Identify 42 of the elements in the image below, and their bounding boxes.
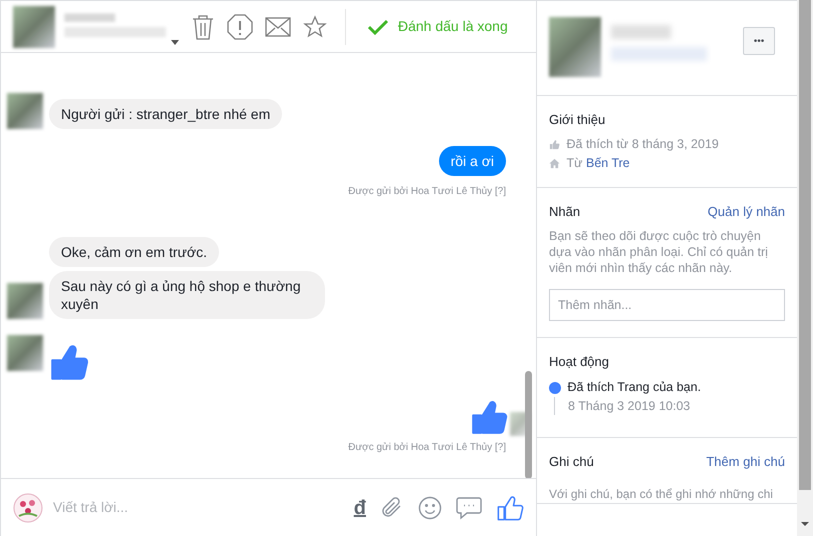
info-text: Đã thích từ 8 tháng 3, 2019: [566, 136, 719, 152]
avatar[interactable]: [7, 93, 43, 129]
avatar: [549, 17, 601, 77]
sent-by-note: Được gửi bởi Hoa Tươi Lê Thủy [?]: [347, 185, 506, 199]
mail-icon[interactable]: [265, 16, 291, 36]
activity-text: Đã thích Trang của bạn.: [568, 379, 701, 396]
check-icon: [368, 18, 388, 34]
scrollbar-thumb[interactable]: [525, 371, 532, 478]
avatar[interactable]: [7, 335, 43, 371]
delete-icon[interactable]: [191, 14, 215, 40]
dropdown-caret-icon: [171, 40, 179, 46]
avatar[interactable]: [13, 6, 55, 48]
like-icon: [549, 138, 560, 150]
section-title: Hoạt động: [549, 353, 609, 372]
section-title: Ghi chú: [549, 453, 594, 471]
message-bubble: rồi a ơi: [438, 146, 506, 176]
location-link[interactable]: Bến Tre: [586, 156, 630, 170]
logo-icon: [13, 492, 43, 522]
avatar[interactable]: [7, 283, 43, 319]
info-text: Từ Bến Tre: [566, 155, 630, 172]
message-bubble: Oke, cảm ơn em trước.: [49, 237, 219, 267]
sent-by-note: Được gửi bởi Hoa Tươi Lê Thủy [?]: [347, 440, 506, 454]
chat-bubble-icon[interactable]: [456, 496, 482, 520]
description-text: Với ghi chú, bạn có thể ghi nhớ những chi: [549, 486, 774, 502]
scrollbar-drawing[interactable]: [797, 0, 813, 536]
warning-icon[interactable]: [227, 14, 253, 40]
label-field[interactable]: Thêm nhãn...: [549, 289, 785, 322]
section-title: Nhãn: [549, 203, 580, 222]
message-bubble: Người gửi : stranger_btre nhé em: [49, 99, 282, 129]
section-link[interactable]: Quản lý nhãn: [708, 202, 785, 222]
thumbs-up-icon[interactable]: [496, 494, 524, 522]
star-icon[interactable]: [303, 14, 327, 38]
description-text: Bạn sẽ theo dõi được cuộc trò chuyện dựa vào nhãn phân loại. Chỉ có quản trị viên mới nhìn thấy các nhãn này.: [549, 228, 769, 276]
timeline-dot: [549, 382, 561, 394]
currency-button[interactable]: đ: [354, 492, 366, 522]
section-link[interactable]: Thêm ghi chú: [706, 452, 785, 472]
smiley-icon[interactable]: [418, 496, 442, 520]
activity-time: 8 Tháng 3 2019 10:03: [568, 398, 690, 414]
section-title: Giới thiệu: [549, 111, 606, 129]
home-icon: [549, 158, 560, 169]
message-bubble: Sau này có gì a ủng hộ shop e thường xuyên: [49, 271, 325, 319]
more-button[interactable]: •••: [743, 27, 775, 55]
